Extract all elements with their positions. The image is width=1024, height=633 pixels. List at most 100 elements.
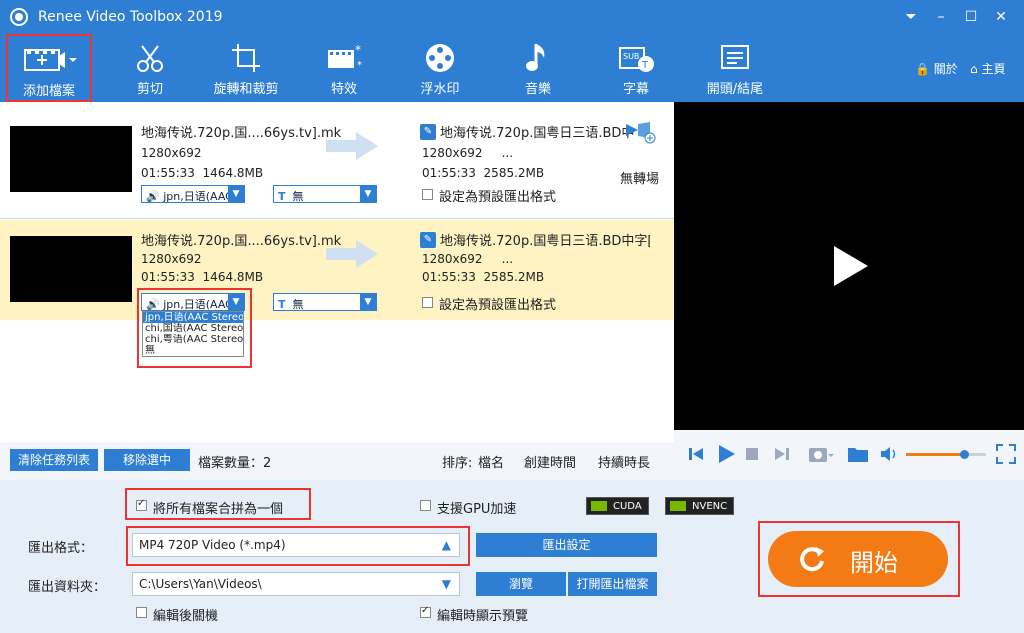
chevron-down-icon: ▼ <box>441 577 451 591</box>
start-button[interactable]: 開始 <box>768 531 948 587</box>
subtitle-dropdown[interactable]: T 無 ▼ <box>273 293 377 311</box>
audio-option[interactable]: chi,粤语(AAC Stereo <box>143 334 243 345</box>
home-button[interactable]: ⌂ 主頁 <box>970 60 1005 77</box>
menu-dropdown-icon[interactable]: ⏷ <box>898 4 924 30</box>
list-footer: 清除任務列表 移除選中 檔案數量：2 排序: 檔名 創建時間 持續時長 <box>0 442 674 480</box>
source-size: 1464.8MB <box>202 270 264 284</box>
set-default-label: 設定為預設匯出格式 <box>439 190 557 205</box>
clear-task-list-button[interactable]: 清除任務列表 <box>10 449 98 471</box>
chevron-down-icon: ▼ <box>360 186 376 202</box>
skip-back-icon[interactable] <box>688 446 704 462</box>
output-file-name: 地海传说.720p.国粤日三语.BD中字[ <box>440 234 650 249</box>
file-row[interactable]: 地海传说.720p.国....66ys.tv].mk 1280x692 01:5… <box>0 112 674 212</box>
audio-track-dropdown[interactable]: 🔊 jpn,日语(AAC ▼ <box>141 185 245 203</box>
output-duration: 01:55:33 <box>422 166 476 180</box>
about-label: 關於 <box>933 62 958 76</box>
row-divider <box>0 218 674 219</box>
cut-button[interactable]: 剪切 <box>118 34 182 102</box>
output-duration-size: 01:55:33 2585.2MB <box>422 270 544 284</box>
intro-outro-button[interactable]: 開頭/結尾 <box>700 34 770 102</box>
svg-text:*: * <box>357 60 362 71</box>
close-icon[interactable]: ✕ <box>988 4 1014 30</box>
add-file-icon <box>24 49 77 71</box>
sort-by-duration[interactable]: 持續時長 <box>598 452 650 471</box>
music-icon <box>526 44 545 71</box>
skip-forward-icon[interactable] <box>774 446 790 462</box>
browse-button[interactable]: 瀏覽 <box>476 572 566 596</box>
remove-selected-button[interactable]: 移除選中 <box>104 449 190 471</box>
effects-icon: * * <box>328 43 362 71</box>
watermark-button[interactable]: 浮水印 <box>410 34 470 102</box>
add-file-label: 添加檔案 <box>22 84 75 99</box>
volume-slider-track[interactable] <box>906 450 986 459</box>
play-icon[interactable] <box>716 444 736 464</box>
source-file-name: 地海传说.720p.国....66ys.tv].mk <box>141 234 342 249</box>
scissors-icon <box>137 45 163 72</box>
set-default-checkbox[interactable] <box>422 189 433 200</box>
video-thumbnail <box>10 126 132 192</box>
source-duration-size: 01:55:33 1464.8MB <box>141 270 263 284</box>
gpu-accel-checkbox[interactable] <box>420 500 431 511</box>
export-format-label: 匯出格式： <box>28 541 94 556</box>
export-folder-select[interactable]: C:\Users\Yan\Videos\ ▼ <box>132 572 460 596</box>
output-file-name: 地海传说.720p.国粤日三语.BD中 <box>440 126 635 141</box>
effects-button[interactable]: * * 特效 <box>314 34 374 102</box>
fullscreen-icon[interactable] <box>996 444 1016 464</box>
volume-slider-knob[interactable] <box>959 450 969 459</box>
main-toolbar: 添加檔案 剪切 旋轉和裁剪 * * 特效 浮水印 音樂 SUB T 字幕 開頭/… <box>0 34 1024 102</box>
source-duration: 01:55:33 <box>141 166 195 180</box>
transition-icon[interactable] <box>624 120 656 144</box>
nvenc-badge: NVENC <box>665 497 735 515</box>
edit-output-name-icon[interactable]: ✎ <box>420 232 436 248</box>
show-preview-label: 編輯時顯示預覽 <box>437 609 529 624</box>
play-overlay-icon[interactable] <box>834 246 868 286</box>
file-row-selected[interactable]: 地海传说.720p.国....66ys.tv].mk 1280x692 01:5… <box>0 220 674 320</box>
shutdown-after-checkbox[interactable] <box>136 607 147 618</box>
export-format-select[interactable]: MP4 720P Video (*.mp4) ▲ <box>132 533 460 557</box>
minimize-icon[interactable]: – <box>928 4 954 30</box>
set-default-checkbox[interactable] <box>422 297 433 308</box>
audio-track-options[interactable]: jpn,日语(AAC Stereo chi,国语(AAC Stereo chi,… <box>142 311 244 357</box>
cut-label: 剪切 <box>136 82 163 97</box>
show-preview-checkbox[interactable] <box>420 605 431 618</box>
rotate-crop-icon <box>232 44 260 72</box>
merge-files-checkbox[interactable] <box>136 498 147 511</box>
effects-label: 特效 <box>330 82 357 97</box>
about-button[interactable]: 🔒 關於 <box>915 60 958 77</box>
music-button[interactable]: 音樂 <box>510 34 566 102</box>
audio-option[interactable]: jpn,日语(AAC Stereo <box>143 312 243 323</box>
output-size: 2585.2MB <box>483 270 545 284</box>
output-duration-size: 01:55:33 2585.2MB <box>422 166 544 180</box>
sort-by-name[interactable]: 檔名 <box>478 452 504 471</box>
snapshot-camera-icon[interactable] <box>808 444 834 464</box>
subtitle-label: 字幕 <box>622 82 649 97</box>
audio-track-dropdown[interactable]: 🔊 jpn,日语(AAC ▼ <box>141 293 245 311</box>
sort-by-created[interactable]: 創建時間 <box>524 452 576 471</box>
open-export-folder-button[interactable]: 打開匯出檔案 <box>568 572 657 596</box>
audio-option[interactable]: 無 <box>143 345 243 356</box>
transition-label: 無轉場 <box>620 172 660 187</box>
start-label: 開始 <box>850 549 898 577</box>
export-folder-label: 匯出資料夾： <box>28 580 107 595</box>
subtitle-dropdown[interactable]: T 無 ▼ <box>273 185 377 203</box>
rotate-crop-button[interactable]: 旋轉和裁剪 <box>208 34 284 102</box>
audio-option[interactable]: chi,国语(AAC Stereo <box>143 323 243 334</box>
intro-outro-label: 開頭/結尾 <box>706 82 764 97</box>
edit-output-name-icon[interactable]: ✎ <box>420 124 436 140</box>
video-thumbnail <box>10 236 132 302</box>
video-preview[interactable] <box>674 102 1024 430</box>
volume-icon[interactable] <box>880 446 898 462</box>
player-controls <box>674 430 1024 480</box>
sort-label: 排序: <box>442 456 473 471</box>
file-list: 地海传说.720p.国....66ys.tv].mk 1280x692 01:5… <box>0 102 674 442</box>
chevron-down-icon: ▼ <box>228 186 244 202</box>
home-label: 主頁 <box>981 62 1006 76</box>
add-file-button[interactable]: 添加檔案 <box>6 34 92 102</box>
folder-icon[interactable] <box>848 446 868 462</box>
stop-icon[interactable] <box>746 448 758 460</box>
maximize-icon[interactable]: ☐ <box>958 4 984 30</box>
source-size: 1464.8MB <box>202 166 264 180</box>
subtitle-button[interactable]: SUB T 字幕 <box>608 34 664 102</box>
export-settings-button[interactable]: 匯出設定 <box>476 533 657 557</box>
refresh-icon <box>800 547 824 572</box>
